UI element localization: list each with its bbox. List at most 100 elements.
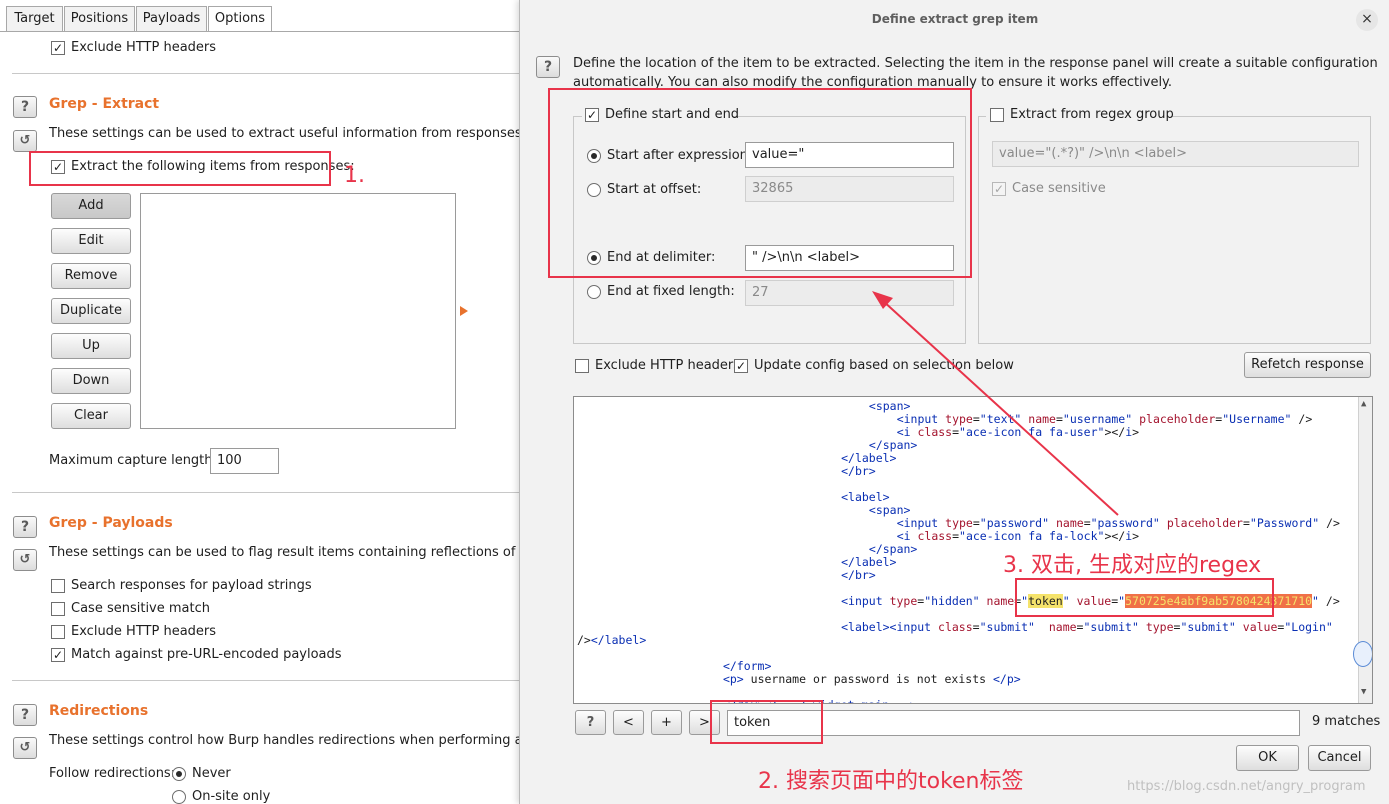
code-token: ></ xyxy=(1104,529,1126,543)
end-at-fixed-length-radio[interactable] xyxy=(587,285,601,299)
code-token: username or password is not exists xyxy=(743,672,993,686)
remove-button[interactable]: Remove xyxy=(51,263,131,289)
expand-arrow-icon[interactable] xyxy=(460,306,468,316)
close-icon[interactable]: × xyxy=(1356,9,1378,31)
restore-defaults-icon[interactable]: ↺ xyxy=(13,549,37,571)
scroll-thumb[interactable] xyxy=(1353,641,1372,667)
refetch-response-button[interactable]: Refetch response xyxy=(1244,352,1371,378)
duplicate-button[interactable]: Duplicate xyxy=(51,298,131,324)
exclude-http-headers-checkbox[interactable] xyxy=(51,625,65,639)
up-button[interactable]: Up xyxy=(51,333,131,359)
case-sensitive-checkbox[interactable]: ✓ xyxy=(992,182,1006,196)
scroll-down-icon[interactable]: ▼ xyxy=(1361,687,1370,699)
code-line[interactable]: /></label> xyxy=(577,633,646,647)
grep-payloads-title: Grep - Payloads xyxy=(49,515,173,531)
annotation-step3: 3. 双击, 生成对应的regex xyxy=(1003,553,1262,578)
code-line[interactable]: <input type="text" name="username" place… xyxy=(897,412,1313,426)
code-token: </br> xyxy=(841,464,876,478)
tab-target[interactable]: Target xyxy=(6,6,63,32)
tab-options[interactable]: Options xyxy=(208,6,272,32)
exclude-http-headers-top-label: Exclude HTTP headers xyxy=(71,40,217,55)
help-icon[interactable]: ? xyxy=(536,56,560,78)
code-token: = xyxy=(972,620,980,634)
code-line[interactable]: </span> xyxy=(869,438,917,452)
exclude-http-headers-checkbox[interactable] xyxy=(575,359,589,373)
code-line[interactable]: </form> xyxy=(723,659,771,673)
code-token: </p> xyxy=(992,672,1021,686)
search-help-button[interactable]: ? xyxy=(575,710,606,735)
ok-button[interactable]: OK xyxy=(1236,745,1299,771)
vertical-scrollbar[interactable]: ▲ ▼ xyxy=(1353,397,1372,703)
code-line[interactable]: </span> xyxy=(869,542,917,556)
code-token: value xyxy=(1242,620,1278,634)
code-line[interactable]: <span> xyxy=(869,399,911,413)
cancel-button[interactable]: Cancel xyxy=(1308,745,1371,771)
code-token: <input xyxy=(841,594,890,608)
search-payload-strings-label: Search responses for payload strings xyxy=(71,578,312,593)
onsite-only-radio[interactable] xyxy=(172,790,186,804)
code-line[interactable]: </br> xyxy=(841,464,876,478)
grep-payloads-description: These settings can be used to flag resul… xyxy=(49,545,569,560)
code-token: name xyxy=(1055,516,1084,530)
code-token: /> xyxy=(1318,594,1340,608)
code-token: </form> xyxy=(722,659,772,673)
code-line[interactable]: </label> xyxy=(841,555,896,569)
help-icon[interactable]: ? xyxy=(13,704,37,726)
code-token: type xyxy=(1145,620,1174,634)
edit-button[interactable]: Edit xyxy=(51,228,131,254)
search-previous-button[interactable]: < xyxy=(613,710,644,735)
restore-defaults-icon[interactable]: ↺ xyxy=(13,130,37,152)
code-token: "Username" xyxy=(1222,412,1292,426)
annotation-step1: 1. xyxy=(344,163,365,188)
exclude-http-headers-top-checkbox[interactable]: ✓ xyxy=(51,41,65,55)
code-token: <span> xyxy=(868,503,911,517)
code-token: "ace-icon fa fa-lock" xyxy=(959,529,1105,543)
update-config-label: Update config based on selection below xyxy=(754,358,1014,373)
code-token: "submit" xyxy=(1083,620,1139,634)
search-payload-strings-checkbox[interactable] xyxy=(51,579,65,593)
clear-button[interactable]: Clear xyxy=(51,403,131,429)
help-icon[interactable]: ? xyxy=(13,96,37,118)
case-sensitive-match-checkbox[interactable] xyxy=(51,602,65,616)
add-button[interactable]: Add xyxy=(51,193,131,219)
update-config-checkbox[interactable]: ✓ xyxy=(734,359,748,373)
restore-defaults-icon[interactable]: ↺ xyxy=(13,737,37,759)
annotation-box-start-end xyxy=(548,88,972,278)
code-token: "password" xyxy=(1090,516,1160,530)
extract-regex-group-checkbox[interactable] xyxy=(990,108,1004,122)
match-pre-url-encoded-checkbox[interactable]: ✓ xyxy=(51,648,65,662)
never-radio[interactable] xyxy=(172,767,186,781)
code-line[interactable]: <label><input class="submit" name="submi… xyxy=(841,620,1333,634)
regex-input[interactable]: value="(.*?)" />\n\n <label> xyxy=(992,141,1359,167)
code-line[interactable]: <i class="ace-icon fa fa-lock"></i> xyxy=(897,529,1139,543)
help-icon[interactable]: ? xyxy=(13,516,37,538)
max-capture-input[interactable]: 100 xyxy=(210,448,279,474)
code-line[interactable]: <input type="password" name="password" p… xyxy=(897,516,1340,530)
code-line[interactable]: <p> username or password is not exists <… xyxy=(723,672,1021,686)
code-token: type xyxy=(889,594,918,608)
follow-redirections-label: Follow redirections: xyxy=(49,766,176,781)
down-button[interactable]: Down xyxy=(51,368,131,394)
search-options-button[interactable]: + xyxy=(651,710,682,735)
code-token: type xyxy=(945,412,973,426)
code-line[interactable]: </br> xyxy=(841,568,876,582)
tab-payloads[interactable]: Payloads xyxy=(136,6,207,32)
code-token: /> xyxy=(1319,516,1340,530)
code-token: "username" xyxy=(1062,412,1133,426)
code-line[interactable]: <span> xyxy=(869,503,911,517)
end-at-fixed-length-input[interactable]: 27 xyxy=(745,280,954,306)
code-token: /> xyxy=(577,633,591,647)
code-token: "hidden" xyxy=(924,594,980,608)
code-line[interactable]: </label> xyxy=(841,451,896,465)
code-token: > xyxy=(1132,425,1140,439)
dialog-title: Define extract grep item xyxy=(871,12,1039,26)
code-line[interactable]: <label> xyxy=(841,490,889,504)
code-line[interactable]: <i class="ace-icon fa fa-user"></i> xyxy=(897,425,1139,439)
extract-items-list[interactable] xyxy=(140,193,456,429)
code-token: <p> xyxy=(722,672,744,686)
code-token: placeholder xyxy=(1166,516,1243,530)
scroll-up-icon[interactable]: ▲ xyxy=(1361,399,1370,411)
tab-positions[interactable]: Positions xyxy=(64,6,135,32)
